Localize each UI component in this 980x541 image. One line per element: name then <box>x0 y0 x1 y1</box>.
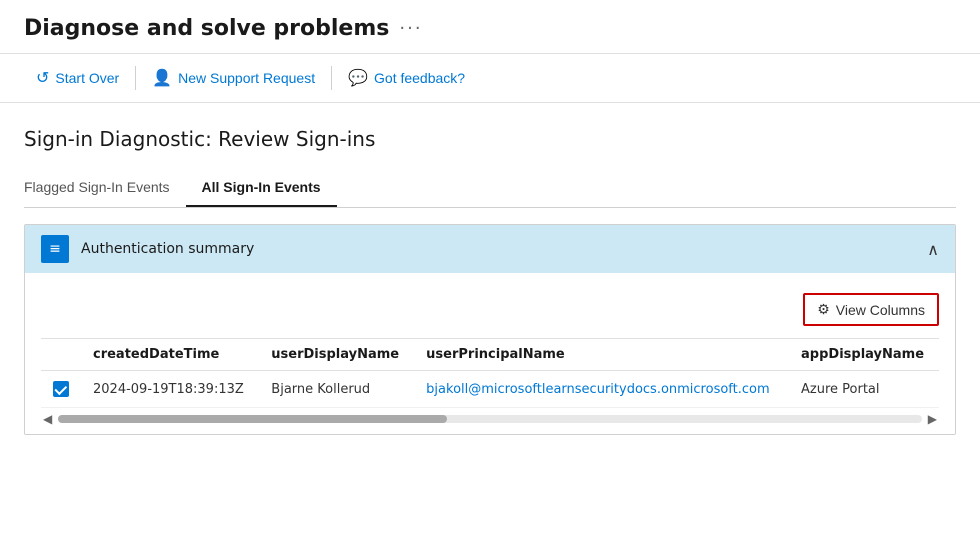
toolbar-divider-1 <box>135 66 136 90</box>
checkbox-checked[interactable] <box>53 381 69 397</box>
card-header-title: Authentication summary <box>81 241 254 257</box>
view-columns-row: ⚙ View Columns <box>41 285 939 338</box>
cell-createdDateTime: 2024-09-19T18:39:13Z <box>81 371 259 408</box>
card-body: ⚙ View Columns createdDateTime userDispl… <box>25 273 955 434</box>
horizontal-scrollbar[interactable]: ◀ ▶ <box>41 408 939 434</box>
card-header-icon: ≡ <box>41 235 69 263</box>
col-header-userDisplayName: userDisplayName <box>259 339 414 371</box>
got-feedback-button[interactable]: 💬 Got feedback? <box>336 62 477 94</box>
view-columns-label: View Columns <box>836 302 925 318</box>
tab-flagged-signin-events[interactable]: Flagged Sign-In Events <box>24 171 186 207</box>
page-title: Diagnose and solve problems <box>24 16 389 41</box>
data-table: createdDateTime userDisplayName userPrin… <box>41 339 939 408</box>
feedback-icon: 💬 <box>348 68 368 88</box>
col-header-createdDateTime: createdDateTime <box>81 339 259 371</box>
tab-all-signin-events[interactable]: All Sign-In Events <box>186 171 337 207</box>
table-row: 2024-09-19T18:39:13Z Bjarne Kollerud bja… <box>41 371 939 408</box>
new-support-request-button[interactable]: 👤 New Support Request <box>140 62 327 94</box>
card-header: ≡ Authentication summary ∧ <box>25 225 955 273</box>
card-header-left: ≡ Authentication summary <box>41 235 254 263</box>
section-title: Sign-in Diagnostic: Review Sign-ins <box>24 127 956 151</box>
toolbar-divider-2 <box>331 66 332 90</box>
new-support-request-label: New Support Request <box>178 70 315 86</box>
scroll-right-arrow[interactable]: ▶ <box>926 412 939 426</box>
toolbar: ↺ Start Over 👤 New Support Request 💬 Got… <box>0 54 980 103</box>
col-header-checkbox <box>41 339 81 371</box>
scrollbar-thumb[interactable] <box>58 415 447 423</box>
gear-icon: ⚙ <box>817 301 830 318</box>
start-over-label: Start Over <box>55 70 119 86</box>
got-feedback-label: Got feedback? <box>374 70 465 86</box>
col-header-appDisplayName: appDisplayName <box>789 339 939 371</box>
scroll-left-arrow[interactable]: ◀ <box>41 412 54 426</box>
page-header: Diagnose and solve problems ··· <box>0 0 980 54</box>
new-support-icon: 👤 <box>152 68 172 88</box>
more-options-icon[interactable]: ··· <box>399 18 422 39</box>
cell-userDisplayName: Bjarne Kollerud <box>259 371 414 408</box>
view-columns-button[interactable]: ⚙ View Columns <box>803 293 939 326</box>
table-header-row: createdDateTime userDisplayName userPrin… <box>41 339 939 371</box>
main-content: Sign-in Diagnostic: Review Sign-ins Flag… <box>0 103 980 451</box>
cell-userPrincipalName[interactable]: bjakoll@microsoftlearnsecuritydocs.onmic… <box>414 371 789 408</box>
authentication-summary-card: ≡ Authentication summary ∧ ⚙ View Column… <box>24 224 956 435</box>
tabs-container: Flagged Sign-In Events All Sign-In Event… <box>24 171 956 208</box>
start-over-button[interactable]: ↺ Start Over <box>24 62 131 94</box>
collapse-icon[interactable]: ∧ <box>927 240 939 259</box>
scrollbar-track[interactable] <box>58 415 922 423</box>
row-checkbox-cell[interactable] <box>41 371 81 408</box>
cell-appDisplayName: Azure Portal <box>789 371 939 408</box>
col-header-userPrincipalName: userPrincipalName <box>414 339 789 371</box>
start-over-icon: ↺ <box>36 68 49 88</box>
